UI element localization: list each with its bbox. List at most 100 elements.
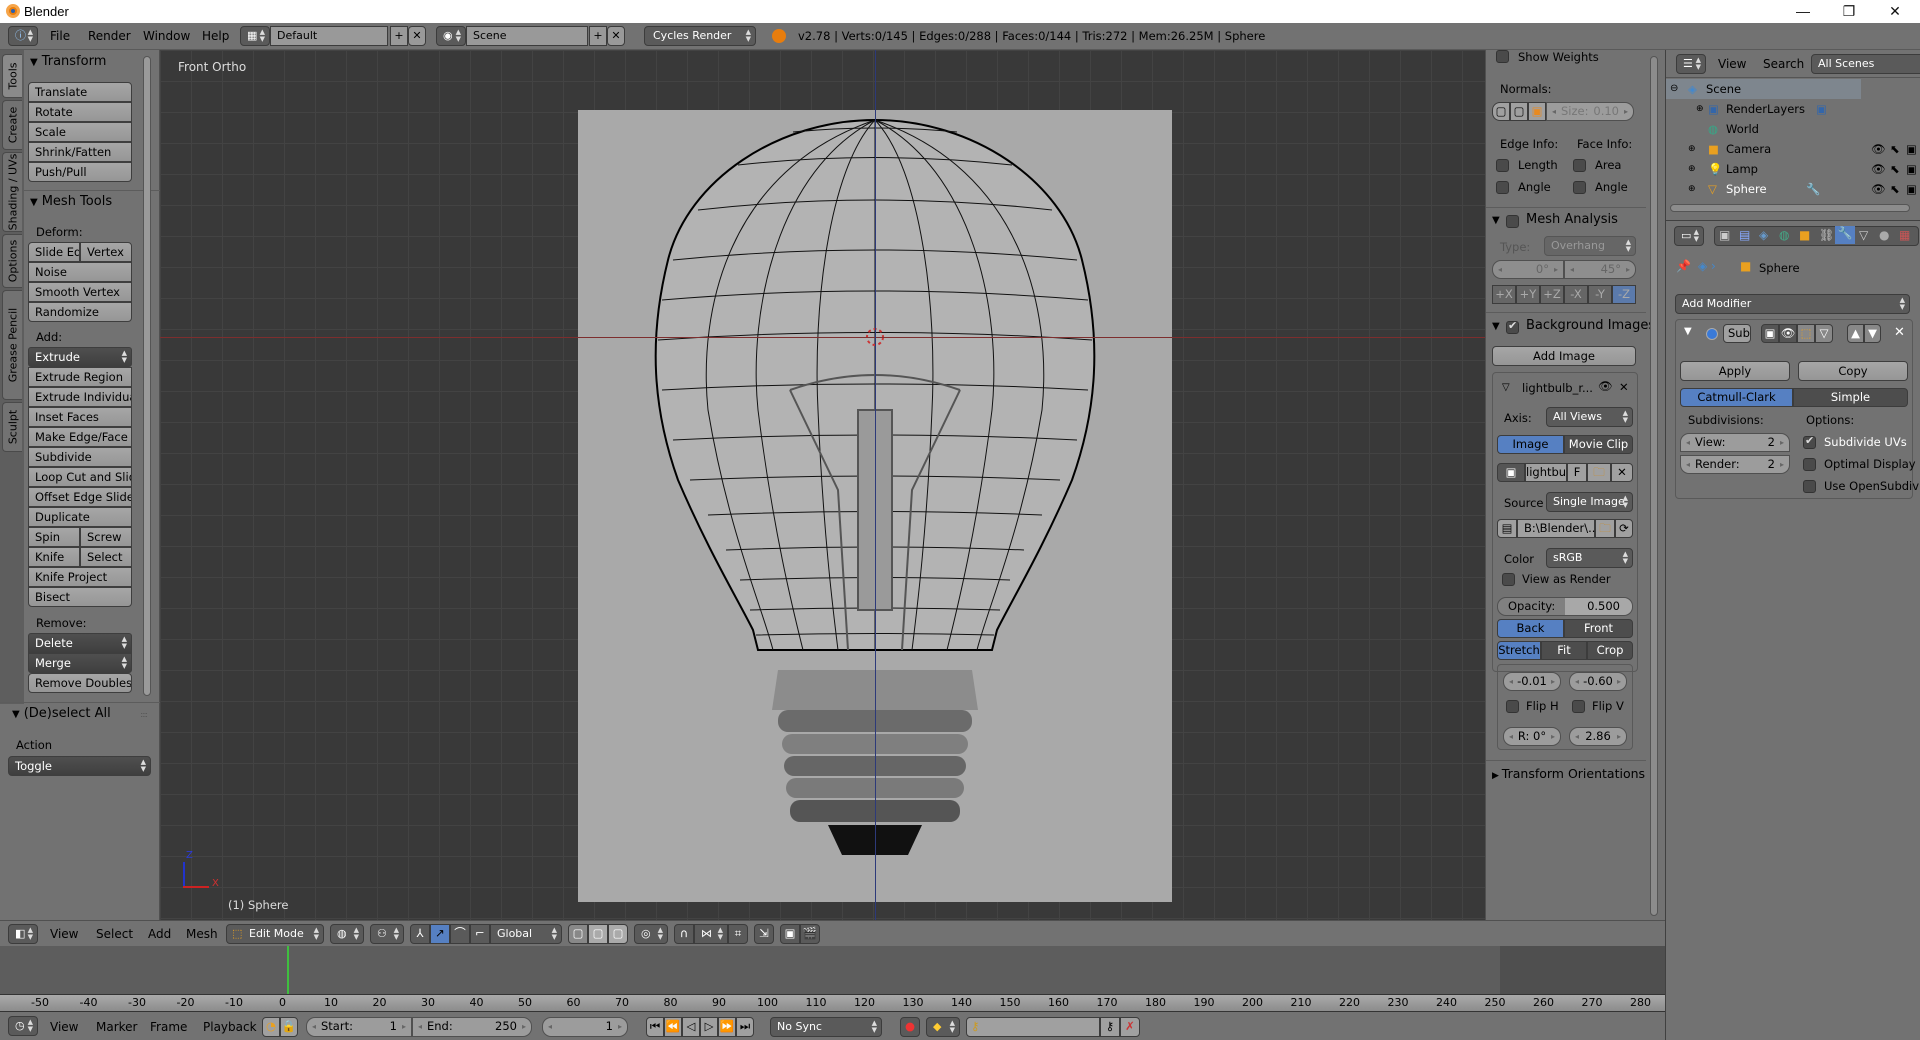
face-angle-checkbox[interactable] — [1573, 181, 1586, 194]
copy-modifier-button[interactable]: Copy — [1798, 361, 1908, 381]
interaction-mode-dropdown[interactable]: ⬚ Edit Mode ▲ ▼ — [226, 924, 324, 944]
size-field[interactable]: ◂ 2.86 ▸ — [1569, 727, 1627, 746]
vertex-select-mode-icon[interactable]: ▢ — [568, 924, 588, 944]
render-levels-field[interactable]: ◂ Render: 2 ▸ — [1680, 455, 1790, 474]
outliner-menu-search[interactable]: Search — [1763, 57, 1804, 71]
bisect-button[interactable]: Bisect — [28, 587, 132, 607]
modifier-collapse-toggle[interactable]: ▼ — [1684, 326, 1692, 337]
tab-create[interactable]: Create — [2, 100, 22, 150]
constraints-tab-icon[interactable]: ⛓ — [1819, 228, 1834, 242]
preview-range-icon[interactable]: ◔ — [262, 1017, 280, 1037]
object-tab-icon[interactable]: ■ — [1799, 228, 1810, 242]
start-frame-field[interactable]: ◂ Start: 1 ▸ — [306, 1017, 412, 1037]
view3d-menu-mesh[interactable]: Mesh — [186, 927, 218, 941]
viewport-shading-dropdown[interactable]: ◍ ▲ ▼ — [330, 924, 364, 944]
merge-menu[interactable]: Merge ▲ ▼ — [28, 653, 132, 673]
add-layout-button[interactable]: + — [390, 26, 408, 46]
add-modifier-dropdown[interactable]: Add Modifier ▲ ▼ — [1675, 294, 1910, 314]
image-expand-toggle[interactable]: ▽ — [1502, 382, 1510, 393]
view-levels-field[interactable]: ◂ View: 2 ▸ — [1680, 433, 1790, 452]
transform-orientation-dropdown[interactable]: Global ▲ ▼ — [490, 924, 562, 944]
outliner-row-renderlayers[interactable]: ⊕ ▣ RenderLayers ▣ — [1666, 99, 1920, 119]
edge-length-checkbox[interactable] — [1496, 159, 1509, 172]
timeline-menu-marker[interactable]: Marker — [96, 1020, 137, 1034]
insert-keyframe-icon[interactable]: ⚷ — [1100, 1017, 1120, 1037]
face-select-mode-icon[interactable]: ▢ — [608, 924, 628, 944]
color-space-dropdown[interactable]: sRGB ▲ ▼ — [1546, 548, 1633, 568]
face-area-checkbox[interactable] — [1573, 159, 1586, 172]
flip-h-checkbox[interactable] — [1506, 700, 1519, 713]
render-animation-icon[interactable]: 🎬 — [800, 924, 820, 944]
depth-front-tab[interactable]: Front — [1564, 619, 1633, 638]
rotate-manipulator-icon[interactable]: ⌒ — [450, 924, 470, 944]
texture-tab-icon[interactable]: ▦ — [1899, 228, 1910, 242]
jump-start-icon[interactable]: ⏮ — [646, 1017, 664, 1037]
frame-fit-tab[interactable]: Fit — [1541, 641, 1587, 660]
split-normals-icon[interactable]: ▢ — [1510, 102, 1528, 121]
duplicate-button[interactable]: Duplicate — [28, 507, 132, 527]
timeline[interactable]: -50 -40 -30 -20 -10 0 10 20 30 40 50 60 70 80 90 100 110… — [0, 946, 1665, 1012]
remove-scene-button[interactable]: ✕ — [607, 26, 625, 46]
shrink-fatten-button[interactable]: Shrink/Fatten — [28, 142, 132, 162]
push-pull-button[interactable]: Push/Pull — [28, 162, 132, 182]
axis-nx-button[interactable]: -X — [1564, 285, 1588, 304]
frame-crop-tab[interactable]: Crop — [1587, 641, 1633, 660]
slide-vertex-button[interactable]: Vertex — [80, 242, 132, 262]
outliner-row-world[interactable]: ◍ World — [1666, 119, 1920, 139]
screen-layout-icon[interactable]: ▦ ▲ ▼ — [240, 26, 270, 46]
pivot-point-dropdown[interactable]: ⚇ ▲ ▼ — [370, 924, 404, 944]
close-button[interactable]: ✕ — [1872, 0, 1918, 23]
source-image-tab[interactable]: Image — [1497, 435, 1564, 454]
loop-cut-slide-button[interactable]: Loop Cut and Slide — [28, 467, 132, 487]
edge-angle-checkbox[interactable] — [1496, 181, 1509, 194]
play-icon[interactable]: ▷ — [700, 1017, 718, 1037]
timeline-menu-view[interactable]: View — [50, 1020, 78, 1034]
knife-select-button[interactable]: Select — [80, 547, 132, 567]
screw-button[interactable]: Screw — [80, 527, 132, 547]
opengl-render-dropdown-icon[interactable]: ⇲ — [754, 924, 774, 944]
tab-tools[interactable]: Tools — [2, 54, 22, 98]
add-image-button[interactable]: Add Image — [1492, 346, 1636, 366]
extrude-menu[interactable]: Extrude ▲ ▼ — [28, 347, 132, 367]
scene-icon[interactable]: ◉ ▲ ▼ — [436, 26, 466, 46]
render-layers-tab-icon[interactable]: ▤ — [1739, 228, 1750, 242]
maximize-button[interactable]: ❐ — [1826, 0, 1872, 23]
outliner-row-scene[interactable]: ⊖ ◈ Scene — [1666, 79, 1861, 99]
tab-options[interactable]: Options — [2, 234, 22, 288]
background-images-toggle[interactable]: ▼ — [1492, 318, 1500, 333]
depth-back-tab[interactable]: Back — [1497, 619, 1564, 638]
snap-element-dropdown[interactable]: ⋈ ▲ ▼ — [694, 924, 728, 944]
menu-render[interactable]: Render — [88, 29, 131, 43]
noise-button[interactable]: Noise — [28, 262, 132, 282]
scale-button[interactable]: Scale — [28, 122, 132, 142]
play-reverse-icon[interactable]: ◁ — [682, 1017, 700, 1037]
mesh-analysis-checkbox[interactable] — [1506, 215, 1519, 228]
material-tab-icon[interactable]: ● — [1879, 228, 1889, 242]
action-dropdown[interactable]: Toggle ▲ ▼ — [8, 756, 151, 776]
remove-layout-button[interactable]: ✕ — [408, 26, 426, 46]
background-images-checkbox[interactable] — [1506, 319, 1519, 334]
transform-panel-header[interactable]: ▼ Transform — [30, 54, 106, 69]
data-tab-icon[interactable]: ▽ — [1859, 228, 1868, 242]
mesh-analysis-header[interactable]: ▼ — [1492, 212, 1500, 227]
edge-select-mode-icon[interactable]: ▢ — [588, 924, 608, 944]
axis-nz-button[interactable]: -Z — [1612, 285, 1636, 304]
analysis-min-field[interactable]: ◂ 0° ▸ — [1492, 260, 1564, 279]
move-modifier-up-icon[interactable]: ▲ — [1847, 324, 1864, 343]
move-modifier-down-icon[interactable]: ▼ — [1864, 324, 1881, 343]
render-still-icon[interactable]: ▣ — [780, 924, 800, 944]
transform-orientations-header[interactable]: ▶ Transform Orientations — [1492, 766, 1645, 781]
minimize-button[interactable]: — — [1780, 0, 1826, 23]
remove-modifier-icon[interactable]: ✕ — [1894, 325, 1905, 340]
source-movie-clip-tab[interactable]: Movie Clip — [1564, 435, 1633, 454]
normals-size-field[interactable]: ◂ Size: 0.10 ▸ — [1546, 102, 1634, 121]
simple-tab[interactable]: Simple — [1793, 388, 1908, 407]
scale-manipulator-icon[interactable]: ⌐ — [470, 924, 490, 944]
view3d-menu-view[interactable]: View — [50, 927, 78, 941]
view-as-render-checkbox[interactable] — [1502, 573, 1515, 586]
timeline-editor-icon[interactable]: ◷ ▲ ▼ — [8, 1016, 38, 1036]
3d-viewport[interactable]: Front Ortho Z X (1) Sphere — [160, 50, 1485, 920]
snap-toggle-icon[interactable]: ∩ — [674, 924, 694, 944]
auto-keying-record-icon[interactable]: ● — [900, 1017, 920, 1037]
image-browse-icon[interactable]: ▣ — [1497, 463, 1525, 482]
